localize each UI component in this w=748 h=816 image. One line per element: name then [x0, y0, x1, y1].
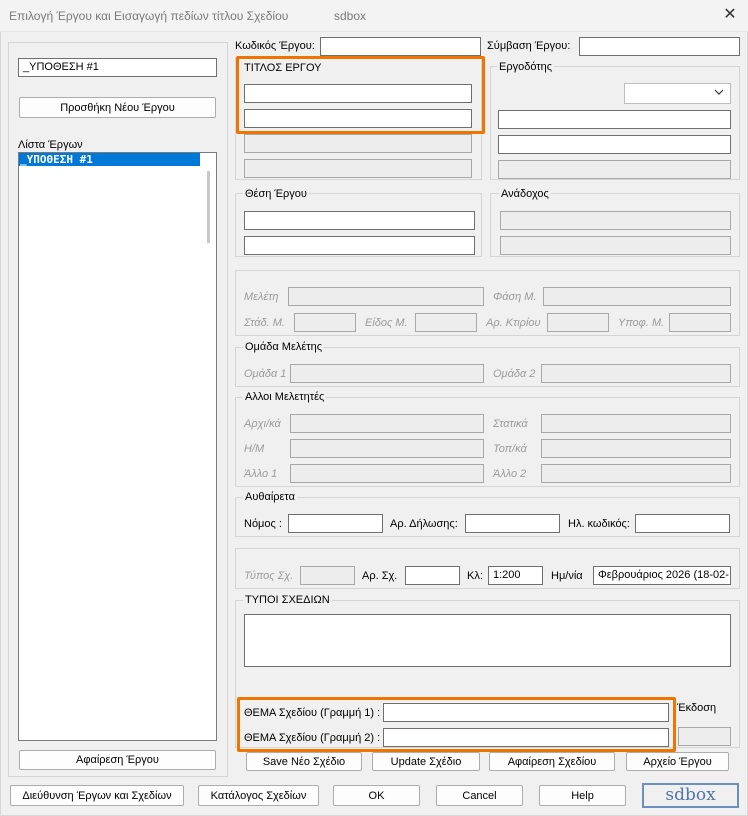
- close-icon[interactable]: ✕: [718, 4, 742, 26]
- drawing-type-label: Τύπος Σχ.: [244, 570, 294, 582]
- law-input[interactable]: [288, 514, 383, 533]
- manage-projects-button[interactable]: Διεύθυνση Έργων και Σχεδίων: [10, 785, 184, 806]
- other2-input: [541, 464, 731, 483]
- employer-line3-input: [498, 160, 731, 179]
- static-input: [541, 414, 731, 433]
- subject2-label: ΘΕΜΑ Σχεδίου (Γραμμή 2) :: [244, 732, 381, 744]
- building-no-input: [547, 313, 609, 332]
- contractor-line1-input: [500, 211, 731, 230]
- sdbox-logo: sdbox: [642, 783, 739, 808]
- date-input[interactable]: Φεβρουάριος 2026 (18-02-: [593, 566, 731, 585]
- project-title-label: ΤΙΤΛΟΣ ΕΡΓΟΥ: [244, 62, 322, 74]
- other2-label: Άλλο 2: [493, 468, 527, 480]
- ecode-label: Ηλ. κωδικός:: [568, 518, 630, 530]
- window-app-name: sdbox: [334, 9, 367, 23]
- mech-input: [290, 439, 484, 458]
- other-engineers-label: Αλλοι Μελετητές: [243, 391, 327, 403]
- sub-study-label: Υποφ. Μ.: [618, 317, 665, 329]
- phase-label: Φάση Μ.: [493, 291, 537, 303]
- window-title: Επιλογή Έργου και Εισαγωγή πεδίων τίτλου…: [9, 9, 289, 23]
- arch-input: [290, 414, 484, 433]
- stage-label: Στάδ. Μ.: [244, 317, 285, 329]
- remove-drawing-button[interactable]: Αφαίρεση Σχεδίου: [489, 752, 615, 771]
- ok-button[interactable]: OK: [333, 785, 420, 806]
- subject2-input[interactable]: [383, 728, 669, 747]
- project-listbox[interactable]: _ΥΠΟΘΕΣΗ #1: [18, 152, 217, 741]
- law-label: Νόμος :: [244, 518, 282, 530]
- declaration-input[interactable]: [465, 514, 560, 533]
- add-project-button[interactable]: Προσθήκη Νέου Έργου: [19, 97, 216, 118]
- phase-input: [543, 287, 731, 306]
- save-new-drawing-button[interactable]: Save Νέο Σχέδιο: [246, 752, 362, 771]
- project-title-line1-input[interactable]: [244, 84, 472, 103]
- employer-line2-input[interactable]: [498, 135, 731, 154]
- subject1-input[interactable]: [383, 703, 669, 722]
- project-list-label: Λίστα Έργων: [18, 139, 83, 151]
- date-label: Ημ/νία: [551, 570, 583, 582]
- listbox-scrollbar[interactable]: [207, 171, 210, 243]
- project-archive-button[interactable]: Αρχείο Έργου: [626, 752, 729, 771]
- subject1-label: ΘΕΜΑ Σχεδίου (Γραμμή 1) :: [244, 707, 381, 719]
- ecode-input[interactable]: [635, 514, 730, 533]
- cancel-button[interactable]: Cancel: [436, 785, 523, 806]
- project-title-line4-input: [244, 159, 472, 178]
- unauthorized-label: Αυθαίρετα: [243, 491, 297, 503]
- location-label: Θέση Έργου: [243, 188, 309, 200]
- mech-label: Η/Μ: [244, 443, 265, 455]
- employer-dropdown[interactable]: [624, 83, 731, 104]
- study-label: Μελέτη: [244, 291, 279, 303]
- contractor-label: Ανάδοχος: [499, 188, 551, 200]
- topo-label: Τοπ/κά: [493, 443, 527, 455]
- topo-input: [541, 439, 731, 458]
- project-code-input[interactable]: [320, 37, 481, 56]
- project-name-input[interactable]: _ΥΠΟΘΕΣΗ #1: [18, 58, 217, 77]
- edition-input: [678, 727, 731, 746]
- edition-label: Έκδοση: [677, 702, 717, 714]
- team2-label: Ομάδα 2: [493, 368, 536, 380]
- chevron-down-icon: [714, 87, 724, 100]
- static-label: Στατικά: [493, 418, 528, 430]
- other1-label: Άλλο 1: [244, 468, 278, 480]
- project-title-line3-input: [244, 134, 472, 153]
- study-type-label: Είδος Μ.: [365, 317, 408, 329]
- stage-input: [294, 313, 356, 332]
- update-drawing-button[interactable]: Update Σχέδιο: [372, 752, 480, 771]
- scale-input[interactable]: 1:200: [488, 566, 543, 585]
- scale-label: Κλ:: [467, 570, 483, 582]
- drawing-type-input: [300, 566, 355, 585]
- drawing-number-input[interactable]: [405, 566, 460, 585]
- drawings-catalog-button[interactable]: Κατάλογος Σχεδίων: [198, 785, 319, 806]
- drawing-number-label: Αρ. Σχ.: [362, 570, 398, 582]
- team2-input: [541, 364, 731, 383]
- project-title-line2-input[interactable]: [244, 109, 472, 128]
- study-input: [288, 287, 484, 306]
- building-no-label: Αρ. Κτιρίου: [486, 317, 541, 329]
- employer-line1-input[interactable]: [498, 110, 731, 129]
- declaration-label: Αρ. Δήλωσης:: [390, 518, 458, 530]
- location-line2-input[interactable]: [244, 236, 475, 255]
- sub-study-input: [669, 313, 731, 332]
- contract-label: Σύμβαση Έργου:: [487, 40, 571, 52]
- employer-label: Εργοδότης: [497, 61, 555, 73]
- drawing-types-label: ΤΥΠΟΙ ΣΧΕΔΙΩΝ: [243, 594, 332, 606]
- contract-input[interactable]: [579, 37, 740, 56]
- project-code-label: Κωδικός Έργου:: [235, 40, 315, 52]
- team1-label: Ομάδα 1: [244, 368, 287, 380]
- list-item[interactable]: _ΥΠΟΘΕΣΗ #1: [19, 153, 200, 166]
- remove-project-button[interactable]: Αφαίρεση Έργου: [19, 750, 216, 770]
- study-team-label: Ομάδα Μελέτης: [243, 341, 325, 353]
- arch-label: Αρχι/κά: [244, 418, 281, 430]
- help-button[interactable]: Help: [539, 785, 626, 806]
- study-type-input: [415, 313, 477, 332]
- other1-input: [290, 464, 484, 483]
- contractor-line2-input: [500, 236, 731, 255]
- location-line1-input[interactable]: [244, 211, 475, 230]
- team1-input: [290, 364, 484, 383]
- drawing-types-textarea[interactable]: [244, 614, 731, 667]
